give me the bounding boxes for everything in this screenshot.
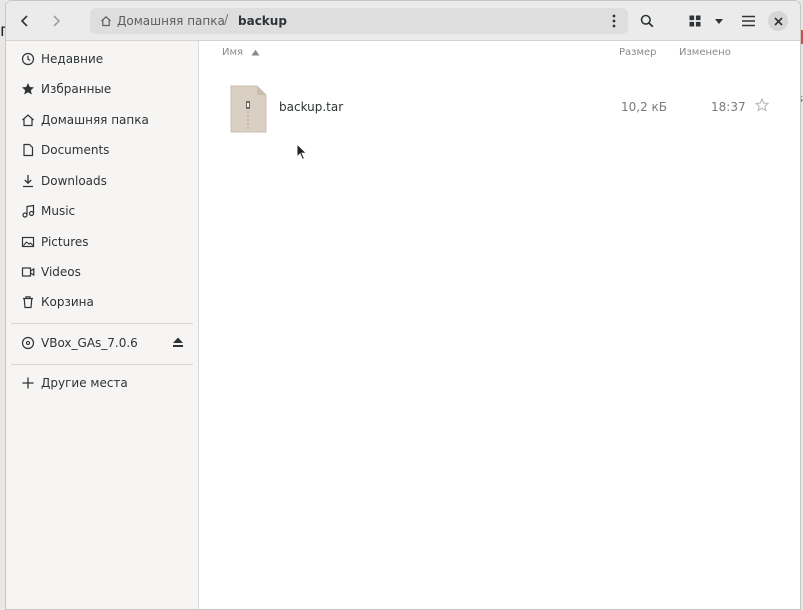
document-icon [21,143,35,157]
archive-file-icon [229,85,267,133]
eject-icon[interactable] [172,336,184,348]
column-name-label: Имя [222,47,244,58]
clock-icon [21,52,35,66]
column-header-size[interactable]: Размер [619,47,657,58]
file-name: backup.tar [279,100,344,114]
file-modified: 18:37 [711,100,746,114]
star-icon [21,82,35,96]
caret-down-icon [714,16,724,26]
column-header-modified[interactable]: Изменено [679,47,731,58]
home-icon [21,113,35,127]
view-toggle-button[interactable] [684,7,706,35]
sidebar-item-other-locations[interactable]: Другие места [6,368,198,398]
main-menu-button[interactable] [734,7,762,35]
sort-ascending-icon [251,49,260,56]
search-icon [640,14,654,28]
sidebar-item-recent[interactable]: Недавние [6,44,198,74]
forward-button[interactable] [42,7,70,35]
file-row[interactable]: backup.tar 10,2 кБ 18:37 [221,81,781,133]
sidebar-item-label: Documents [41,143,110,157]
view-options-button[interactable] [709,7,729,35]
sidebar-divider [11,323,193,324]
file-size: 10,2 кБ [621,100,668,114]
close-button[interactable] [768,11,788,31]
sidebar-item-label: Pictures [41,235,89,249]
file-manager-window: Домашняя папка / backup Недавние Избранн… [5,0,801,610]
sidebar-divider [11,364,193,365]
sidebar-item-device[interactable]: VBox_GAs_7.0.6 [6,328,198,358]
star-toggle-icon[interactable] [755,98,769,112]
sidebar-item-videos[interactable]: Videos [6,257,198,287]
close-icon [773,16,783,26]
music-icon [21,204,35,218]
sidebar-item-label: VBox_GAs_7.0.6 [41,336,138,350]
home-icon [100,15,112,27]
sidebar-item-label: Videos [41,265,81,279]
sidebar-item-music[interactable]: Music [6,196,198,226]
breadcrumb-home-label: Домашняя папка [117,14,225,28]
sidebar-item-home[interactable]: Домашняя папка [6,105,198,135]
sidebar-item-starred[interactable]: Избранные [6,74,198,104]
sidebar: Недавние Избранные Домашняя папка Docume… [6,41,199,609]
sidebar-item-label: Недавние [41,52,104,66]
sidebar-item-label: Music [41,204,76,218]
grid-icon [689,15,701,27]
sidebar-item-label: Домашняя папка [41,113,149,127]
search-button[interactable] [633,7,661,35]
path-bar: Домашняя папка / backup [90,8,628,34]
path-menu-button[interactable] [602,8,626,34]
breadcrumb-separator: / [224,13,229,28]
sidebar-item-label: Downloads [41,174,107,188]
sidebar-item-label: Другие места [41,376,128,390]
sidebar-item-trash[interactable]: Корзина [6,287,198,317]
vertical-dots-icon [612,14,616,28]
plus-icon [21,376,35,390]
hamburger-icon [741,15,755,27]
sidebar-item-label: Избранные [41,82,112,96]
mouse-cursor-icon [296,143,308,161]
breadcrumb-current[interactable]: backup [238,8,287,34]
breadcrumb-current-label: backup [238,14,287,28]
trash-icon [21,295,35,309]
sidebar-item-downloads[interactable]: Downloads [6,166,198,196]
column-header-name[interactable]: Имя [222,47,260,58]
download-icon [21,174,35,188]
disc-icon [21,336,35,350]
chevron-right-icon [49,14,63,28]
sidebar-item-pictures[interactable]: Pictures [6,227,198,257]
sidebar-item-documents[interactable]: Documents [6,135,198,165]
header-bar: Домашняя папка / backup [6,1,800,41]
chevron-left-icon [18,14,32,28]
file-list-view: Имя Размер Изменено backup.tar 10,2 кБ 1… [199,41,800,609]
breadcrumb-home[interactable]: Домашняя папка [100,8,225,34]
video-icon [21,265,35,279]
sidebar-item-label: Корзина [41,295,94,309]
back-button[interactable] [11,7,39,35]
picture-icon [21,235,35,249]
